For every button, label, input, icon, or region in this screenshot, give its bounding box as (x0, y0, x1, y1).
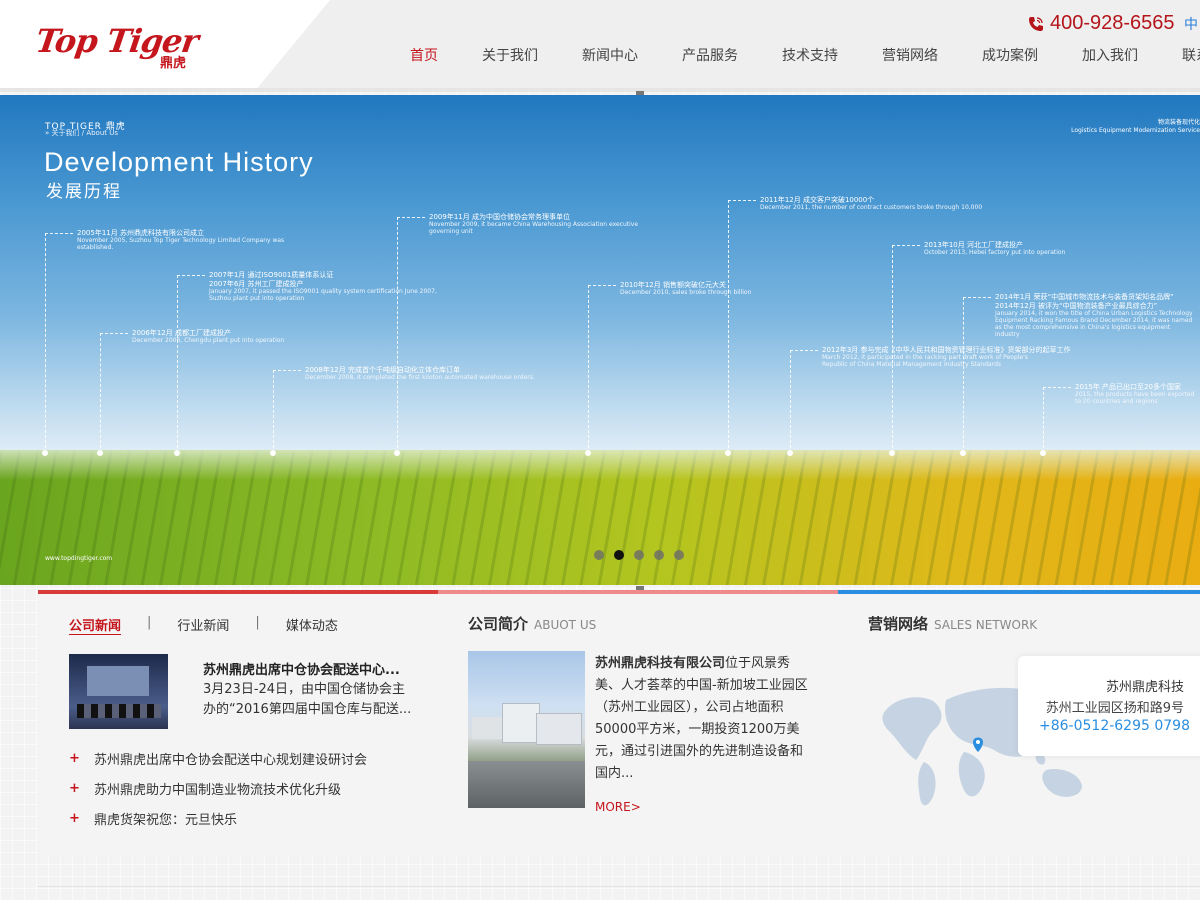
nav-item-2[interactable]: 新闻中心 (560, 38, 660, 74)
tab-news-2[interactable]: 媒体动态 (286, 615, 338, 634)
hotline: 400-928-6565 (1028, 12, 1175, 35)
timeline-dot[interactable] (725, 450, 731, 456)
hero-banner[interactable]: TOP TIGER 鼎虎 » 关于我们 / About Us Developme… (0, 95, 1200, 585)
section-strip-about (438, 590, 838, 594)
timeline-line (790, 350, 791, 453)
banner-field-image (0, 450, 1200, 585)
network-section-title: 营销网络 SALES NETWORK (868, 615, 1038, 633)
featured-news-summary: 3月23日-24日，由中国仓储协会主办的“2016第四届中国仓库与配送... (203, 682, 412, 717)
timeline-desc: November 2009, it became China Warehousi… (429, 221, 639, 235)
featured-news-image[interactable] (69, 654, 168, 729)
timeline-desc: December 2006, Chengdu plant put into op… (132, 337, 285, 344)
hotline-number: 400-928-6565 (1050, 12, 1175, 34)
timeline-dot[interactable] (270, 450, 276, 456)
contact-phone[interactable]: +86-0512-6295 0798 (1030, 718, 1190, 734)
list-item[interactable]: + 苏州鼎虎助力中国制造业物流技术优化升级 (69, 773, 367, 803)
timeline-line (1043, 387, 1044, 453)
carousel-dot[interactable] (614, 550, 624, 560)
location-pin-icon (973, 737, 983, 752)
language-switch[interactable]: 中 (1184, 14, 1198, 34)
banner-title-cn: 发展历程 (46, 182, 122, 202)
phone-icon (1029, 16, 1043, 31)
banner-tagline: 物流装备现代化 Logistics Equipment Modernizatio… (1071, 119, 1200, 134)
banner-url: www.topdingtiger.com (45, 555, 113, 562)
carousel-dots (594, 550, 694, 560)
timeline-dot[interactable] (960, 450, 966, 456)
header-divider (0, 88, 1200, 92)
timeline-dot[interactable] (787, 450, 793, 456)
nav-item-7[interactable]: 加入我们 (1060, 38, 1160, 74)
timeline-line (963, 297, 964, 453)
timeline-line (588, 285, 589, 453)
nav-item-8[interactable]: 联系 (1160, 38, 1200, 74)
about-description: 苏州鼎虎科技有限公司位于风景秀美、人才荟萃的中国-新加坡工业园区（苏州工业园区）… (595, 656, 808, 781)
timeline-line (45, 233, 46, 453)
contact-company: 苏州鼎虎科技 (1105, 680, 1184, 695)
timeline-dot[interactable] (585, 450, 591, 456)
timeline-desc: March 2012, it participated in the racki… (822, 354, 1028, 368)
divider-knob (636, 91, 644, 95)
timeline-desc: October 2013, Hebei factory put into ope… (924, 249, 1066, 256)
logo-subtext: 鼎虎 (160, 56, 187, 71)
banner-breadcrumb: » 关于我们 / About Us (45, 129, 119, 137)
nav-item-3[interactable]: 产品服务 (660, 38, 760, 74)
timeline-desc: January 2007, it passed the ISO9001 qual… (209, 288, 437, 302)
tab-news-1[interactable]: 行业新闻 (177, 615, 229, 634)
timeline-line (177, 275, 178, 453)
timeline-desc: 2015, the products have been exported to… (1075, 391, 1195, 405)
carousel-dot[interactable] (674, 550, 684, 560)
nav-item-5[interactable]: 营销网络 (860, 38, 960, 74)
nav-item-6[interactable]: 成功案例 (960, 38, 1060, 74)
news-item-title: 苏州鼎虎助力中国制造业物流技术优化升级 (94, 782, 342, 798)
timeline-desc: December 2008, it completed the first ki… (305, 374, 535, 381)
nav-item-0[interactable]: 首页 (388, 38, 460, 74)
news-item-title: 苏州鼎虎出席中仓协会配送中心规划建设研讨会 (94, 752, 368, 768)
carousel-dot[interactable] (654, 550, 664, 560)
timeline-line (397, 217, 398, 453)
carousel-dot[interactable] (594, 550, 604, 560)
section-strip-news (38, 590, 438, 594)
timeline-dot[interactable] (1040, 450, 1046, 456)
tab-separator: | (147, 615, 152, 630)
timeline-dot[interactable] (97, 450, 103, 456)
timeline-desc: December 2011, the number of contract cu… (760, 204, 983, 211)
list-item[interactable]: + 鼎虎货架祝您：元旦快乐 (69, 803, 367, 833)
logo[interactable]: Top Tiger 鼎虎 (33, 22, 206, 72)
timeline-line (273, 370, 274, 453)
timeline-line (892, 245, 893, 453)
footer-divider (38, 886, 1200, 887)
list-item[interactable]: + 苏州鼎虎出席中仓协会配送中心规划建设研讨会 (69, 743, 367, 773)
site-header: Top Tiger 鼎虎 400-928-6565 中 首页 关于我们 新闻中心 产品… (0, 0, 1200, 92)
timeline-dot[interactable] (174, 450, 180, 456)
timeline-line (728, 200, 729, 453)
tab-separator: | (255, 615, 260, 630)
banner-title: Development History (44, 147, 314, 177)
plus-icon: + (69, 810, 80, 826)
plus-icon: + (69, 750, 80, 766)
carousel-dot[interactable] (634, 550, 644, 560)
plus-icon: + (69, 780, 80, 796)
section-strip-network (838, 590, 1200, 594)
timeline-desc: December 2010, sales broke through billi… (620, 289, 752, 296)
company-name: 苏州鼎虎科技有限公司 (595, 656, 726, 671)
timeline-desc: November 2005, Suzhou Top Tiger Technolo… (77, 237, 285, 251)
timeline-dot[interactable] (889, 450, 895, 456)
company-photo (468, 651, 585, 808)
timeline-dot[interactable] (394, 450, 400, 456)
timeline-desc: January 2014, it won the title of China … (995, 310, 1193, 338)
tab-news-0[interactable]: 公司新闻 (69, 615, 121, 634)
contact-address: 苏州工业园区扬和路9号 (1045, 701, 1184, 716)
nav-item-4[interactable]: 技术支持 (760, 38, 860, 74)
more-link[interactable]: MORE> (595, 800, 641, 814)
featured-news-title[interactable]: 苏州鼎虎出席中仓协会配送中心... (203, 659, 400, 678)
news-list: + 苏州鼎虎出席中仓协会配送中心规划建设研讨会 + 苏州鼎虎助力中国制造业物流技术优化… (69, 743, 367, 833)
news-item-title: 鼎虎货架祝您：元旦快乐 (94, 812, 238, 828)
news-tabs: 公司新闻 | 行业新闻 | 媒体动态 (69, 615, 338, 634)
timeline-line (100, 333, 101, 453)
nav-item-1[interactable]: 关于我们 (460, 38, 560, 74)
timeline-dot[interactable] (42, 450, 48, 456)
main-nav: 首页关于我们新闻中心产品服务技术支持营销网络成功案例加入我们联系 (388, 38, 1200, 74)
about-section-title: 公司简介 ABUOT US (468, 615, 597, 633)
